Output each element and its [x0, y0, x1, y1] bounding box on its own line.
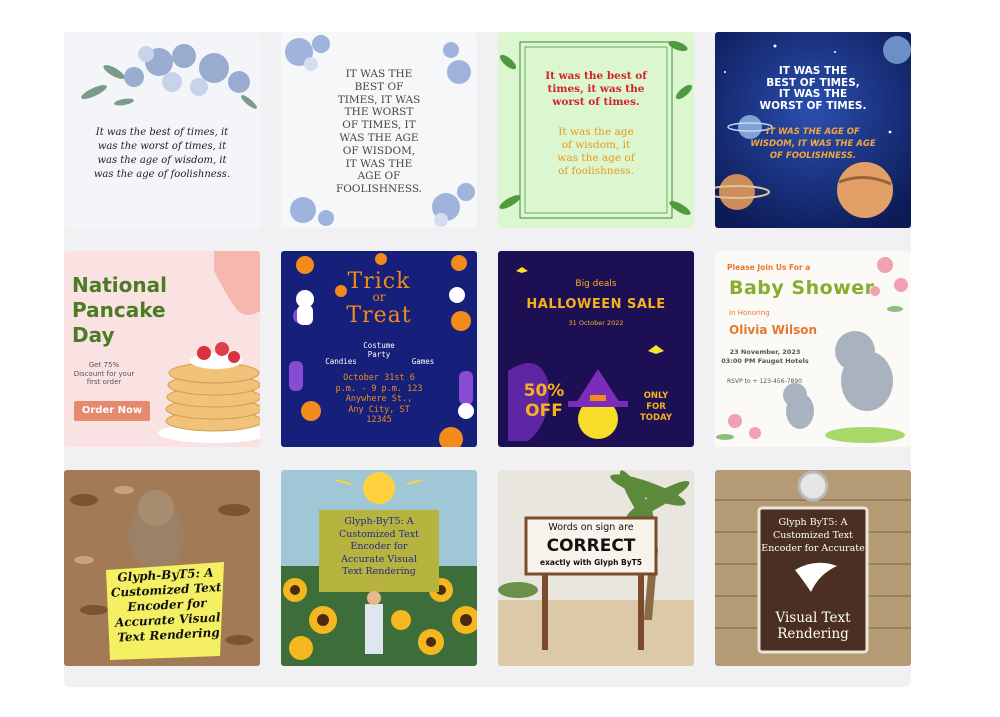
halloween-sale-title: HALLOWEEN SALE [526, 297, 666, 312]
sample-image-pancake-day[interactable]: National Pancake Day Get 75% Discount fo… [64, 251, 260, 447]
quote-text: IT WAS THE BEST OF TIMES, IT WAS THE WOR… [336, 68, 422, 196]
big-deals-text: Big deals [575, 279, 617, 289]
treat-text: Treat [346, 303, 412, 328]
rsvp-text: RSVP to + 123-456-7890 [727, 378, 802, 385]
sign-text: Glyph-ByT5: A Customized Text Encoder fo… [339, 516, 419, 577]
sample-image-space-quote[interactable]: IT WAS THE BEST OF TIMES, IT WAS THE WOR… [715, 32, 911, 228]
event-date-place: 23 November, 2023 03:00 PM Fauget Hotels [721, 348, 809, 365]
baby-shower-title: Baby Shower [729, 277, 875, 299]
sample-image-trick-or-treat[interactable]: Trick or Treat Costume Party Candies Gam… [281, 251, 477, 447]
sticky-note-text: Glyph-ByT5: A Customized Text Encoder fo… [110, 565, 222, 645]
costume-party-text: Costume Party [363, 341, 395, 359]
order-now-button[interactable]: Order Now [74, 401, 150, 421]
sign-line-3: exactly with Glyph ByT5 [540, 558, 642, 567]
sign-top-text: Glyph ByT5: A Customized Text Encoder fo… [761, 517, 865, 554]
sample-image-beach-sign[interactable]: Words on sign are CORRECT exactly with G… [498, 470, 694, 666]
beach-palm [498, 470, 694, 666]
join-us-text: Please Join Us For a [727, 263, 811, 272]
sample-image-leaf-frame[interactable]: It was the best of times, it was the wor… [498, 32, 694, 228]
sign-bottom-text: Visual Text Rendering [775, 610, 851, 642]
or-text: or [372, 290, 386, 304]
sample-image-baby-shower[interactable]: Please Join Us For a Baby Shower In Hono… [715, 251, 911, 447]
white-quote: IT WAS THE BEST OF TIMES, IT WAS THE WOR… [759, 65, 867, 112]
sample-image-halloween-sale[interactable]: Big deals HALLOWEEN SALE 31 October 2022… [498, 251, 694, 447]
red-quote: It was the best of times, it was the wor… [545, 70, 647, 108]
sample-image-squirrel-note[interactable]: Glyph-ByT5: A Customized Text Encoder fo… [64, 470, 260, 666]
sample-image-sunflower-sign[interactable]: Glyph-ByT5: A Customized Text Encoder fo… [281, 470, 477, 666]
event-details: October 31st 6 p.m. - 9 p.m. 123 Anywher… [335, 373, 423, 425]
fifty-off-text: 50% OFF [523, 381, 565, 421]
orange-quote: It was the age of wisdom, it was the age… [557, 126, 635, 177]
pancake-title: National Pancake Day [72, 273, 167, 347]
honoree-name: Olivia Wilson [729, 323, 818, 337]
games-text: Games [411, 357, 435, 366]
discount-text: Get 75% Discount for your first order [73, 361, 135, 386]
candies-text: Candies [325, 357, 357, 366]
quote-text: It was the best of times, it was the wor… [93, 127, 231, 180]
sign-line-2: CORRECT [546, 536, 636, 556]
sign-line-1: Words on sign are [548, 522, 634, 533]
only-for-today-text: ONLY FOR TODAY [640, 391, 672, 423]
sample-image-floral-quote[interactable]: It was the best of times, it was the wor… [64, 32, 260, 228]
honoring-text: In Honoring [729, 309, 770, 317]
sample-image-wall-sign[interactable]: Glyph ByT5: A Customized Text Encoder fo… [715, 470, 911, 666]
orange-quote: IT WAS THE AGE OF WISDOM, IT WAS THE AGE… [750, 127, 876, 161]
sale-date: 31 October 2022 [568, 319, 624, 327]
sample-image-serif-quote[interactable]: IT WAS THE BEST OF TIMES, IT WAS THE WOR… [281, 32, 477, 228]
